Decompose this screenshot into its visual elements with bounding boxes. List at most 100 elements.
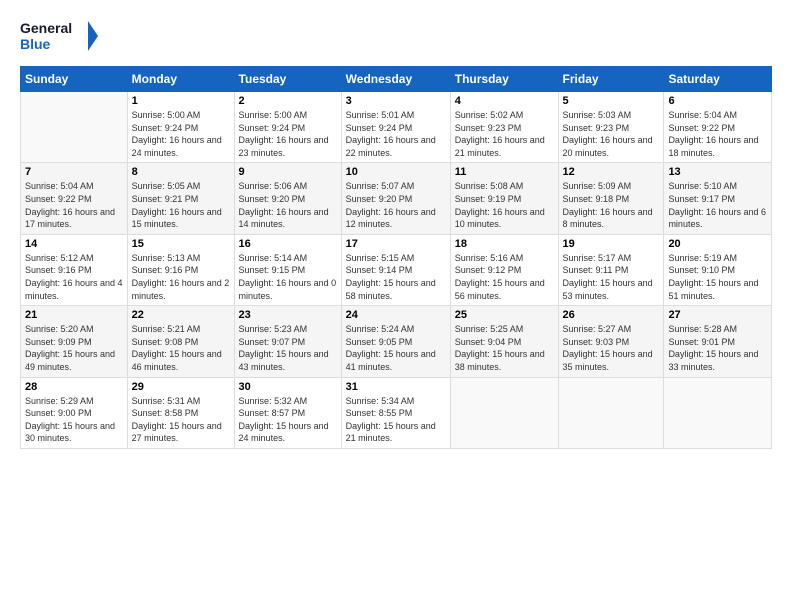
day-info: Sunrise: 5:09 AMSunset: 9:18 PMDaylight:…: [563, 180, 660, 230]
days-header-row: SundayMondayTuesdayWednesdayThursdayFrid…: [21, 67, 772, 92]
day-cell: 12 Sunrise: 5:09 AMSunset: 9:18 PMDaylig…: [558, 163, 664, 234]
day-cell: 21 Sunrise: 5:20 AMSunset: 9:09 PMDaylig…: [21, 306, 128, 377]
day-info: Sunrise: 5:27 AMSunset: 9:03 PMDaylight:…: [563, 323, 660, 373]
day-number: 16: [239, 238, 337, 250]
day-info: Sunrise: 5:31 AMSunset: 8:58 PMDaylight:…: [132, 395, 230, 445]
day-cell: 8 Sunrise: 5:05 AMSunset: 9:21 PMDayligh…: [127, 163, 234, 234]
day-cell: 6 Sunrise: 5:04 AMSunset: 9:22 PMDayligh…: [664, 92, 772, 163]
day-header-friday: Friday: [558, 67, 664, 92]
day-cell: 10 Sunrise: 5:07 AMSunset: 9:20 PMDaylig…: [341, 163, 450, 234]
day-number: 7: [25, 166, 123, 178]
day-number: 28: [25, 381, 123, 393]
day-info: Sunrise: 5:16 AMSunset: 9:12 PMDaylight:…: [455, 252, 554, 302]
day-number: 2: [239, 95, 337, 107]
day-cell: 18 Sunrise: 5:16 AMSunset: 9:12 PMDaylig…: [450, 234, 558, 305]
day-header-sunday: Sunday: [21, 67, 128, 92]
day-number: 12: [563, 166, 660, 178]
day-info: Sunrise: 5:17 AMSunset: 9:11 PMDaylight:…: [563, 252, 660, 302]
day-cell: 3 Sunrise: 5:01 AMSunset: 9:24 PMDayligh…: [341, 92, 450, 163]
day-cell: 9 Sunrise: 5:06 AMSunset: 9:20 PMDayligh…: [234, 163, 341, 234]
day-number: 31: [346, 381, 446, 393]
day-number: 23: [239, 309, 337, 321]
week-row-4: 21 Sunrise: 5:20 AMSunset: 9:09 PMDaylig…: [21, 306, 772, 377]
day-cell: 27 Sunrise: 5:28 AMSunset: 9:01 PMDaylig…: [664, 306, 772, 377]
day-info: Sunrise: 5:03 AMSunset: 9:23 PMDaylight:…: [563, 109, 660, 159]
day-cell: 30 Sunrise: 5:32 AMSunset: 8:57 PMDaylig…: [234, 377, 341, 448]
week-row-1: 1 Sunrise: 5:00 AMSunset: 9:24 PMDayligh…: [21, 92, 772, 163]
logo: General Blue: [20, 16, 100, 56]
day-info: Sunrise: 5:12 AMSunset: 9:16 PMDaylight:…: [25, 252, 123, 302]
day-number: 10: [346, 166, 446, 178]
day-cell: 29 Sunrise: 5:31 AMSunset: 8:58 PMDaylig…: [127, 377, 234, 448]
day-info: Sunrise: 5:32 AMSunset: 8:57 PMDaylight:…: [239, 395, 337, 445]
day-info: Sunrise: 5:19 AMSunset: 9:10 PMDaylight:…: [668, 252, 767, 302]
day-cell: 25 Sunrise: 5:25 AMSunset: 9:04 PMDaylig…: [450, 306, 558, 377]
day-number: 22: [132, 309, 230, 321]
svg-text:General: General: [20, 20, 72, 36]
day-number: 15: [132, 238, 230, 250]
day-info: Sunrise: 5:07 AMSunset: 9:20 PMDaylight:…: [346, 180, 446, 230]
day-number: 13: [668, 166, 767, 178]
day-info: Sunrise: 5:10 AMSunset: 9:17 PMDaylight:…: [668, 180, 767, 230]
day-info: Sunrise: 5:28 AMSunset: 9:01 PMDaylight:…: [668, 323, 767, 373]
week-row-5: 28 Sunrise: 5:29 AMSunset: 9:00 PMDaylig…: [21, 377, 772, 448]
day-header-wednesday: Wednesday: [341, 67, 450, 92]
day-cell: 24 Sunrise: 5:24 AMSunset: 9:05 PMDaylig…: [341, 306, 450, 377]
header: General Blue: [20, 16, 772, 56]
day-cell: 19 Sunrise: 5:17 AMSunset: 9:11 PMDaylig…: [558, 234, 664, 305]
day-header-thursday: Thursday: [450, 67, 558, 92]
day-header-monday: Monday: [127, 67, 234, 92]
week-row-2: 7 Sunrise: 5:04 AMSunset: 9:22 PMDayligh…: [21, 163, 772, 234]
day-number: 26: [563, 309, 660, 321]
day-info: Sunrise: 5:24 AMSunset: 9:05 PMDaylight:…: [346, 323, 446, 373]
day-header-saturday: Saturday: [664, 67, 772, 92]
day-info: Sunrise: 5:23 AMSunset: 9:07 PMDaylight:…: [239, 323, 337, 373]
day-cell: 23 Sunrise: 5:23 AMSunset: 9:07 PMDaylig…: [234, 306, 341, 377]
day-info: Sunrise: 5:20 AMSunset: 9:09 PMDaylight:…: [25, 323, 123, 373]
day-cell: [664, 377, 772, 448]
day-info: Sunrise: 5:04 AMSunset: 9:22 PMDaylight:…: [668, 109, 767, 159]
day-cell: 11 Sunrise: 5:08 AMSunset: 9:19 PMDaylig…: [450, 163, 558, 234]
day-info: Sunrise: 5:13 AMSunset: 9:16 PMDaylight:…: [132, 252, 230, 302]
day-info: Sunrise: 5:29 AMSunset: 9:00 PMDaylight:…: [25, 395, 123, 445]
day-cell: 22 Sunrise: 5:21 AMSunset: 9:08 PMDaylig…: [127, 306, 234, 377]
day-cell: 1 Sunrise: 5:00 AMSunset: 9:24 PMDayligh…: [127, 92, 234, 163]
day-cell: 2 Sunrise: 5:00 AMSunset: 9:24 PMDayligh…: [234, 92, 341, 163]
day-info: Sunrise: 5:05 AMSunset: 9:21 PMDaylight:…: [132, 180, 230, 230]
day-info: Sunrise: 5:00 AMSunset: 9:24 PMDaylight:…: [132, 109, 230, 159]
day-cell: [450, 377, 558, 448]
logo-svg: General Blue: [20, 16, 100, 56]
day-number: 27: [668, 309, 767, 321]
day-number: 30: [239, 381, 337, 393]
day-info: Sunrise: 5:15 AMSunset: 9:14 PMDaylight:…: [346, 252, 446, 302]
day-number: 6: [668, 95, 767, 107]
day-cell: 17 Sunrise: 5:15 AMSunset: 9:14 PMDaylig…: [341, 234, 450, 305]
day-info: Sunrise: 5:04 AMSunset: 9:22 PMDaylight:…: [25, 180, 123, 230]
day-info: Sunrise: 5:02 AMSunset: 9:23 PMDaylight:…: [455, 109, 554, 159]
day-number: 14: [25, 238, 123, 250]
day-number: 29: [132, 381, 230, 393]
day-cell: 28 Sunrise: 5:29 AMSunset: 9:00 PMDaylig…: [21, 377, 128, 448]
day-info: Sunrise: 5:06 AMSunset: 9:20 PMDaylight:…: [239, 180, 337, 230]
day-number: 25: [455, 309, 554, 321]
day-cell: 31 Sunrise: 5:34 AMSunset: 8:55 PMDaylig…: [341, 377, 450, 448]
day-number: 4: [455, 95, 554, 107]
calendar-page: General Blue SundayMondayTuesdayWednesda…: [0, 0, 792, 612]
svg-text:Blue: Blue: [20, 36, 51, 52]
day-cell: 14 Sunrise: 5:12 AMSunset: 9:16 PMDaylig…: [21, 234, 128, 305]
day-number: 19: [563, 238, 660, 250]
day-number: 9: [239, 166, 337, 178]
day-cell: [558, 377, 664, 448]
day-cell: 26 Sunrise: 5:27 AMSunset: 9:03 PMDaylig…: [558, 306, 664, 377]
day-cell: 4 Sunrise: 5:02 AMSunset: 9:23 PMDayligh…: [450, 92, 558, 163]
day-number: 21: [25, 309, 123, 321]
day-cell: 5 Sunrise: 5:03 AMSunset: 9:23 PMDayligh…: [558, 92, 664, 163]
day-header-tuesday: Tuesday: [234, 67, 341, 92]
day-number: 20: [668, 238, 767, 250]
day-info: Sunrise: 5:14 AMSunset: 9:15 PMDaylight:…: [239, 252, 337, 302]
day-number: 8: [132, 166, 230, 178]
day-number: 24: [346, 309, 446, 321]
day-cell: [21, 92, 128, 163]
day-number: 18: [455, 238, 554, 250]
day-cell: 15 Sunrise: 5:13 AMSunset: 9:16 PMDaylig…: [127, 234, 234, 305]
